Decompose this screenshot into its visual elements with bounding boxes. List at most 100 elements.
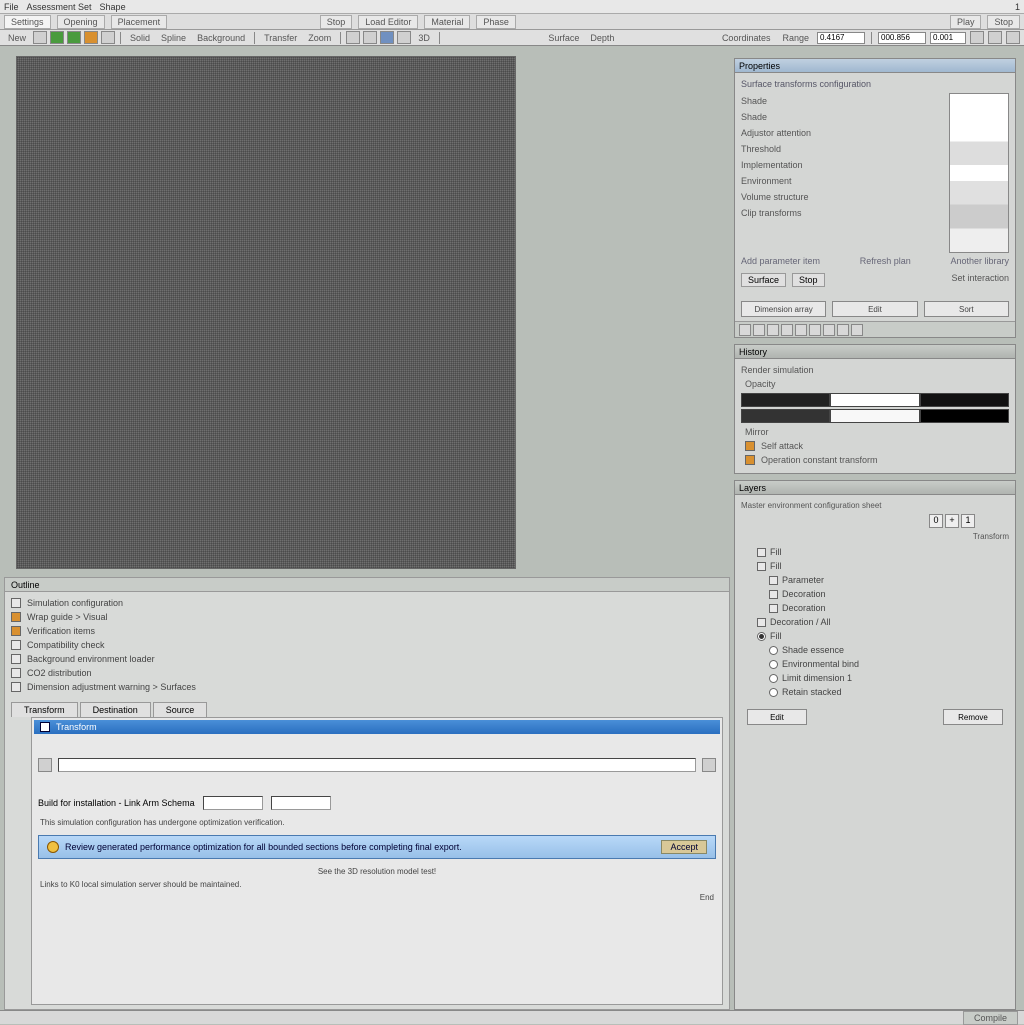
history-track[interactable] [741,409,1009,423]
tool-btn-3d-1[interactable] [346,31,360,44]
accept-button[interactable]: Accept [661,840,707,854]
history-entry[interactable]: Self attack [741,439,1009,453]
coord-a-input[interactable] [817,32,865,44]
layer-node[interactable]: Shade essence [745,643,1005,657]
iconbar-btn[interactable] [753,324,765,336]
status-compile[interactable]: Compile [963,1011,1018,1025]
tab-stop[interactable]: Stop [320,15,353,29]
selected-item-row[interactable]: Transform [34,720,720,734]
iconbar-btn[interactable] [837,324,849,336]
outline-item[interactable]: Wrap guide > Visual [11,610,723,624]
history-entry[interactable]: Mirror [741,425,1009,439]
prop-row[interactable]: Shade [741,93,943,109]
edit-button[interactable]: Edit [832,301,917,317]
outline-item[interactable]: Verification items [11,624,723,638]
stepper-inc[interactable]: + [945,514,959,528]
tab-placement[interactable]: Placement [111,15,168,29]
dimension-array-button[interactable]: Dimension array [741,301,826,317]
iconbar-btn[interactable] [739,324,751,336]
outline-item[interactable]: Background environment loader [11,652,723,666]
path-input[interactable] [58,758,696,772]
layer-node[interactable]: Decoration / All [745,615,1005,629]
outline-item[interactable]: Compatibility check [11,638,723,652]
tool-btn-orange[interactable] [84,31,98,44]
iconbar-btn[interactable] [795,324,807,336]
tab-settings[interactable]: Settings [4,15,51,29]
iconbar-btn[interactable] [781,324,793,336]
menu-shape[interactable]: Shape [100,2,126,12]
radio-icon [769,674,778,683]
coord-b-input[interactable] [878,32,926,44]
prop-row[interactable]: Implementation [741,157,943,173]
opt-input-1[interactable] [203,796,263,810]
layer-node[interactable]: Limit dimension 1 [745,671,1005,685]
tool-btn-green[interactable] [50,31,64,44]
history-track[interactable] [741,393,1009,407]
design-canvas[interactable] [16,56,516,569]
tool-btn-3d-2[interactable] [363,31,377,44]
prop-row[interactable]: Clip transforms [741,205,943,221]
prop-row[interactable]: Volume structure [741,189,943,205]
menu-assessment[interactable]: Assessment Set [27,2,92,12]
tool-btn-green2[interactable] [67,31,81,44]
outline-item[interactable]: CO2 distribution [11,666,723,680]
tab-material[interactable]: Material [424,15,470,29]
radio-on-icon [757,632,766,641]
iconbar-btn[interactable] [851,324,863,336]
toolbar-sep-2 [254,32,255,44]
layers-remove-button[interactable]: Remove [943,709,1003,725]
material-preview[interactable] [949,93,1009,253]
tab-transform[interactable]: Transform [11,702,78,717]
prop-row[interactable]: Adjustor attention [741,125,943,141]
tool-btn-2[interactable] [101,31,115,44]
outline-item[interactable]: Dimension adjustment warning > Surfaces [11,680,723,694]
chip-stop[interactable]: Stop [792,273,825,287]
tab-phase[interactable]: Phase [476,15,516,29]
tool-btn-1[interactable] [33,31,47,44]
tab-play[interactable]: Play [950,15,982,29]
layer-node[interactable]: Parameter [745,573,1005,587]
layer-node[interactable]: Retain stacked [745,685,1005,699]
layer-node[interactable]: Fill [745,545,1005,559]
path-action-button[interactable] [702,758,716,772]
tab-opening[interactable]: Opening [57,15,105,29]
tool-btn-end3[interactable] [1006,31,1020,44]
layers-edit-button[interactable]: Edit [747,709,807,725]
history-entry[interactable]: Opacity [741,377,1009,391]
browse-button[interactable] [38,758,52,772]
menu-file[interactable]: File [4,2,19,12]
tool-btn-end1[interactable] [970,31,984,44]
tab-destination[interactable]: Destination [80,702,151,717]
step-icon [745,455,755,465]
prop-link-3[interactable]: Another library [950,256,1009,266]
chip-surface[interactable]: Surface [741,273,786,287]
menu-right-1[interactable]: 1 [1015,2,1020,12]
tool-btn-3d-3[interactable] [397,31,411,44]
prop-row[interactable]: Shade [741,109,943,125]
prop-link-2[interactable]: Refresh plan [860,256,911,266]
tool-btn-end2[interactable] [988,31,1002,44]
layer-node[interactable]: Decoration [745,587,1005,601]
history-entry[interactable]: Operation constant transform [741,453,1009,467]
prop-row[interactable]: Threshold [741,141,943,157]
layer-node[interactable]: Fill [745,629,1005,643]
sort-button[interactable]: Sort [924,301,1009,317]
opt-input-2[interactable] [271,796,331,810]
tab-stop-right[interactable]: Stop [987,15,1020,29]
tab-load-editor[interactable]: Load Editor [358,15,418,29]
layer-node[interactable]: Environmental bind [745,657,1005,671]
outline-item[interactable]: Simulation configuration [11,596,723,610]
folder-icon [11,668,21,678]
iconbar-btn[interactable] [809,324,821,336]
stepper-dec[interactable]: 0 [929,514,943,528]
layer-node[interactable]: Fill [745,559,1005,573]
iconbar-btn[interactable] [823,324,835,336]
tab-source[interactable]: Source [153,702,208,717]
coord-c-input[interactable] [930,32,966,44]
layer-node[interactable]: Decoration [745,601,1005,615]
prop-row[interactable]: Environment [741,173,943,189]
tool-btn-blue[interactable] [380,31,394,44]
prop-link-1[interactable]: Add parameter item [741,256,820,266]
iconbar-btn[interactable] [767,324,779,336]
stepper-val[interactable]: 1 [961,514,975,528]
